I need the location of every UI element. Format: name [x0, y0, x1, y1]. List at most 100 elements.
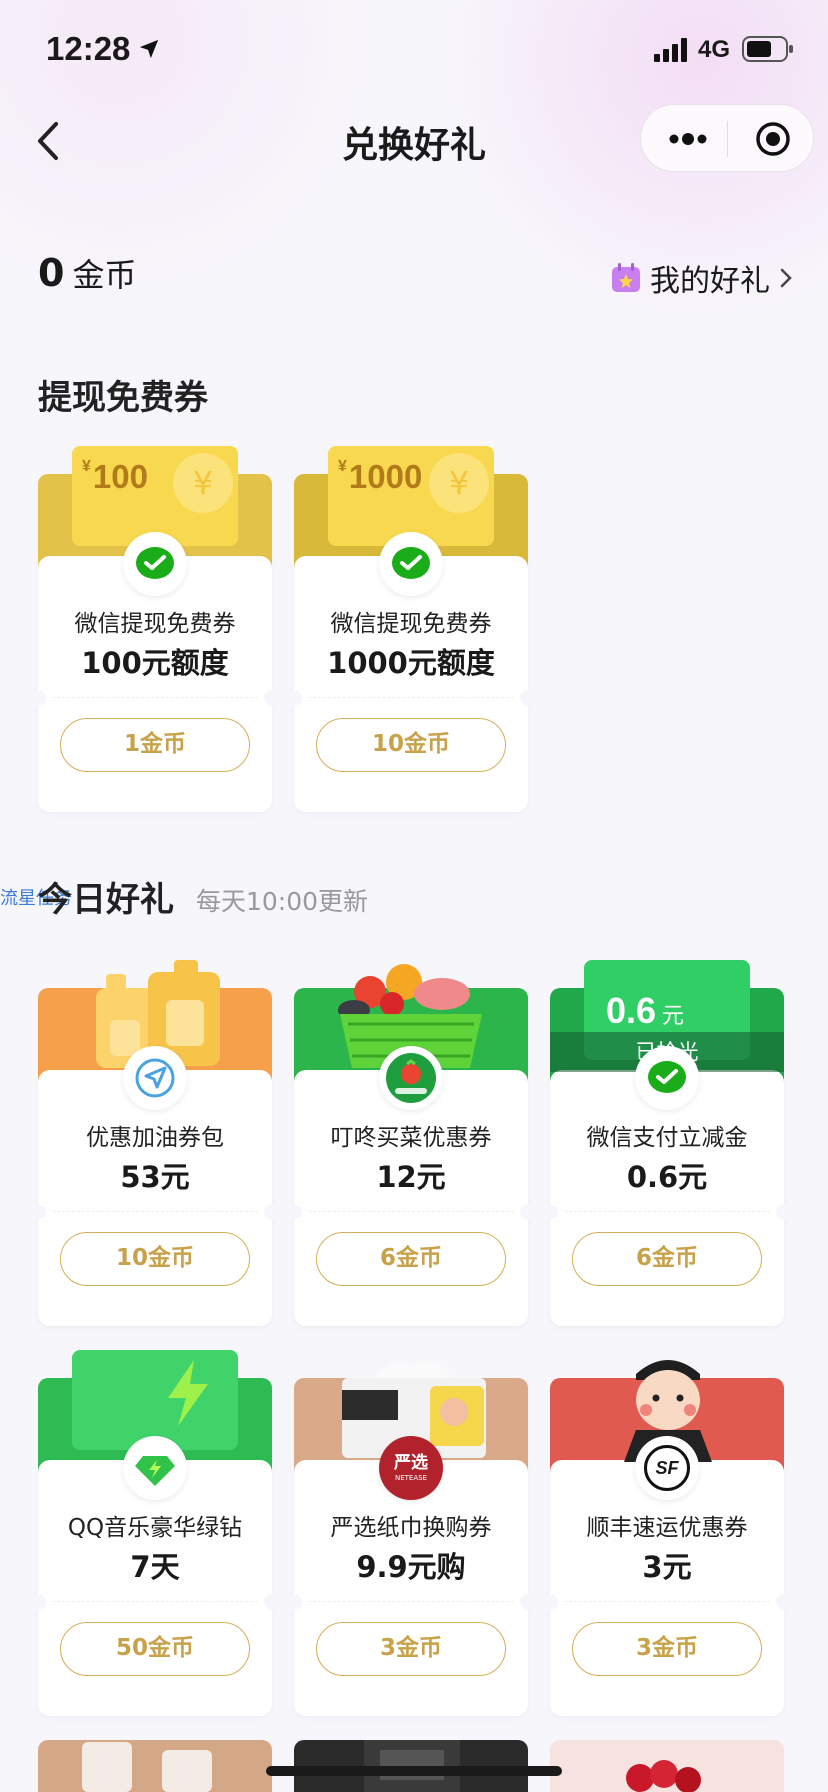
- wechat-pay-icon: [648, 1061, 686, 1093]
- redeem-button[interactable]: 3金币: [572, 1622, 762, 1676]
- gift-card-sf-express[interactable]: 顺丰速运优惠券 3元 3金币 SF: [542, 1350, 792, 1716]
- coin-count: 0: [38, 251, 65, 295]
- my-gifts-label: 我的好礼: [650, 264, 770, 299]
- card-name: 微信提现免费券: [330, 611, 492, 637]
- card-name: 顺丰速运优惠券: [586, 1515, 748, 1541]
- home-indicator[interactable]: [266, 1766, 562, 1776]
- card-notch: [542, 1594, 558, 1610]
- mini-program-capsule: [640, 104, 814, 172]
- ticket-amount: 0.6 元: [606, 990, 684, 1032]
- compass-icon: [135, 1058, 175, 1098]
- card-notch: [30, 690, 46, 706]
- wechat-check-badge: [123, 532, 187, 596]
- capsule-divider: [727, 121, 728, 157]
- cellular-signal-icon: [654, 38, 687, 62]
- yanxuan-logo: 严选 NETEASE: [379, 1436, 443, 1500]
- gift-card-qq-music[interactable]: QQ音乐豪华绿钻 7天 50金币: [30, 1350, 280, 1716]
- lightning-icon: [168, 1360, 208, 1426]
- card-divider: [308, 1211, 514, 1212]
- card-value: 7天: [130, 1550, 180, 1584]
- card-notch: [776, 1594, 792, 1610]
- ticket-currency: ¥: [82, 458, 91, 475]
- gift-calendar-icon: [612, 263, 640, 292]
- svg-text:¥: ¥: [193, 464, 213, 502]
- coffee-cups-illustration: [82, 1742, 212, 1792]
- yanxuan-logo-title: 严选: [394, 1452, 428, 1473]
- card-divider: [308, 1601, 514, 1602]
- card-notch: [542, 1204, 558, 1220]
- cash-ticket: ¥1000 ¥: [328, 446, 494, 546]
- network-type: 4G: [698, 36, 731, 63]
- free-coupon-card-100[interactable]: ¥100 ¥ 微信提现免费券 100元额度 1金币: [30, 446, 280, 812]
- section-title-today: 今日好礼: [38, 880, 174, 920]
- ticket-unit: 元: [662, 1003, 685, 1028]
- yuan-coin-icon: ¥: [429, 453, 489, 513]
- card-divider: [52, 1211, 258, 1212]
- gift-card-peek-coffee[interactable]: [38, 1740, 272, 1792]
- card-name: 微信支付立减金: [586, 1125, 748, 1151]
- more-options-icon[interactable]: [667, 125, 709, 153]
- chevron-right-icon: [780, 268, 792, 288]
- wechat-icon: [136, 547, 174, 579]
- coin-balance: 0 金币: [38, 250, 136, 296]
- gift-card-peek-cherry[interactable]: [550, 1740, 784, 1792]
- card-divider: [52, 1601, 258, 1602]
- card-value: 0.6元: [626, 1160, 708, 1194]
- wechat-check-badge: [379, 532, 443, 596]
- compass-badge: [123, 1046, 187, 1110]
- yanxuan-logo-text: 严选 NETEASE: [394, 1452, 428, 1482]
- dingdong-logo-badge: [379, 1046, 443, 1110]
- battery-icon: [742, 36, 793, 62]
- cash-ticket: ¥100 ¥: [72, 446, 238, 546]
- ticket-currency: ¥: [338, 458, 347, 475]
- card-notch: [286, 1594, 302, 1610]
- card-notch: [286, 1204, 302, 1220]
- card-divider: [52, 697, 258, 698]
- green-diamond-icon: [135, 1456, 175, 1486]
- card-name: 严选纸巾换购券: [330, 1515, 492, 1541]
- gift-card-wechat-pay[interactable]: 0.6元 已抢光 微信支付立减金 0.6元 6金币: [542, 960, 792, 1326]
- redeem-button[interactable]: 6金币: [316, 1232, 506, 1286]
- card-name: 优惠加油券包: [86, 1125, 224, 1151]
- card-notch: [264, 690, 280, 706]
- gift-card-fuel[interactable]: 优惠加油券包 53元 10金币: [30, 960, 280, 1326]
- status-time: 12:28: [46, 30, 131, 67]
- ticket-value: 100: [92, 458, 148, 495]
- ticket-amount: ¥1000: [338, 458, 422, 496]
- wechat-icon: [392, 547, 430, 579]
- card-name: 微信提现免费券: [74, 611, 236, 637]
- wechat-pay-badge: [635, 1046, 699, 1110]
- redeem-button[interactable]: 10金币: [316, 718, 506, 772]
- card-notch: [520, 1594, 536, 1610]
- coin-unit: 金币: [72, 256, 137, 294]
- redeem-button[interactable]: 10金币: [60, 1232, 250, 1286]
- cherry-illustration: [626, 1760, 701, 1792]
- yuan-coin-icon: ¥: [173, 453, 233, 513]
- redeem-button[interactable]: 3金币: [316, 1622, 506, 1676]
- gift-card-dingdong[interactable]: 叮咚买菜优惠券 12元 6金币: [286, 960, 536, 1326]
- card-name: QQ音乐豪华绿钻: [67, 1515, 243, 1541]
- card-divider: [308, 697, 514, 698]
- card-name: 叮咚买菜优惠券: [330, 1125, 492, 1151]
- yanxuan-logo-sub: NETEASE: [394, 1473, 427, 1482]
- card-notch: [264, 1594, 280, 1610]
- free-coupon-card-1000[interactable]: ¥1000 ¥ 微信提现免费券 1000元额度 10金币: [286, 446, 536, 812]
- close-mini-program-icon[interactable]: [753, 119, 793, 159]
- ticket-value: 0.6: [606, 990, 657, 1031]
- card-value: 100元额度: [81, 646, 229, 680]
- my-gifts-link[interactable]: 我的好礼: [610, 256, 794, 300]
- sf-logo: SF: [644, 1445, 690, 1491]
- card-notch: [520, 1204, 536, 1220]
- card-notch: [30, 1594, 46, 1610]
- redeem-button[interactable]: 50金币: [60, 1622, 250, 1676]
- redeem-button[interactable]: 6金币: [572, 1232, 762, 1286]
- ticket-value: 1000: [348, 458, 423, 495]
- card-notch: [264, 1204, 280, 1220]
- redeem-button[interactable]: 1金币: [60, 718, 250, 772]
- gift-card-yanxuan[interactable]: 严选纸巾换购券 9.9元购 3金币 严选 NETEASE: [286, 1350, 536, 1716]
- card-notch: [286, 690, 302, 706]
- card-value: 3元: [642, 1550, 692, 1584]
- card-divider: [564, 1601, 770, 1602]
- location-arrow-icon: [139, 39, 159, 59]
- svg-text:¥: ¥: [449, 464, 469, 502]
